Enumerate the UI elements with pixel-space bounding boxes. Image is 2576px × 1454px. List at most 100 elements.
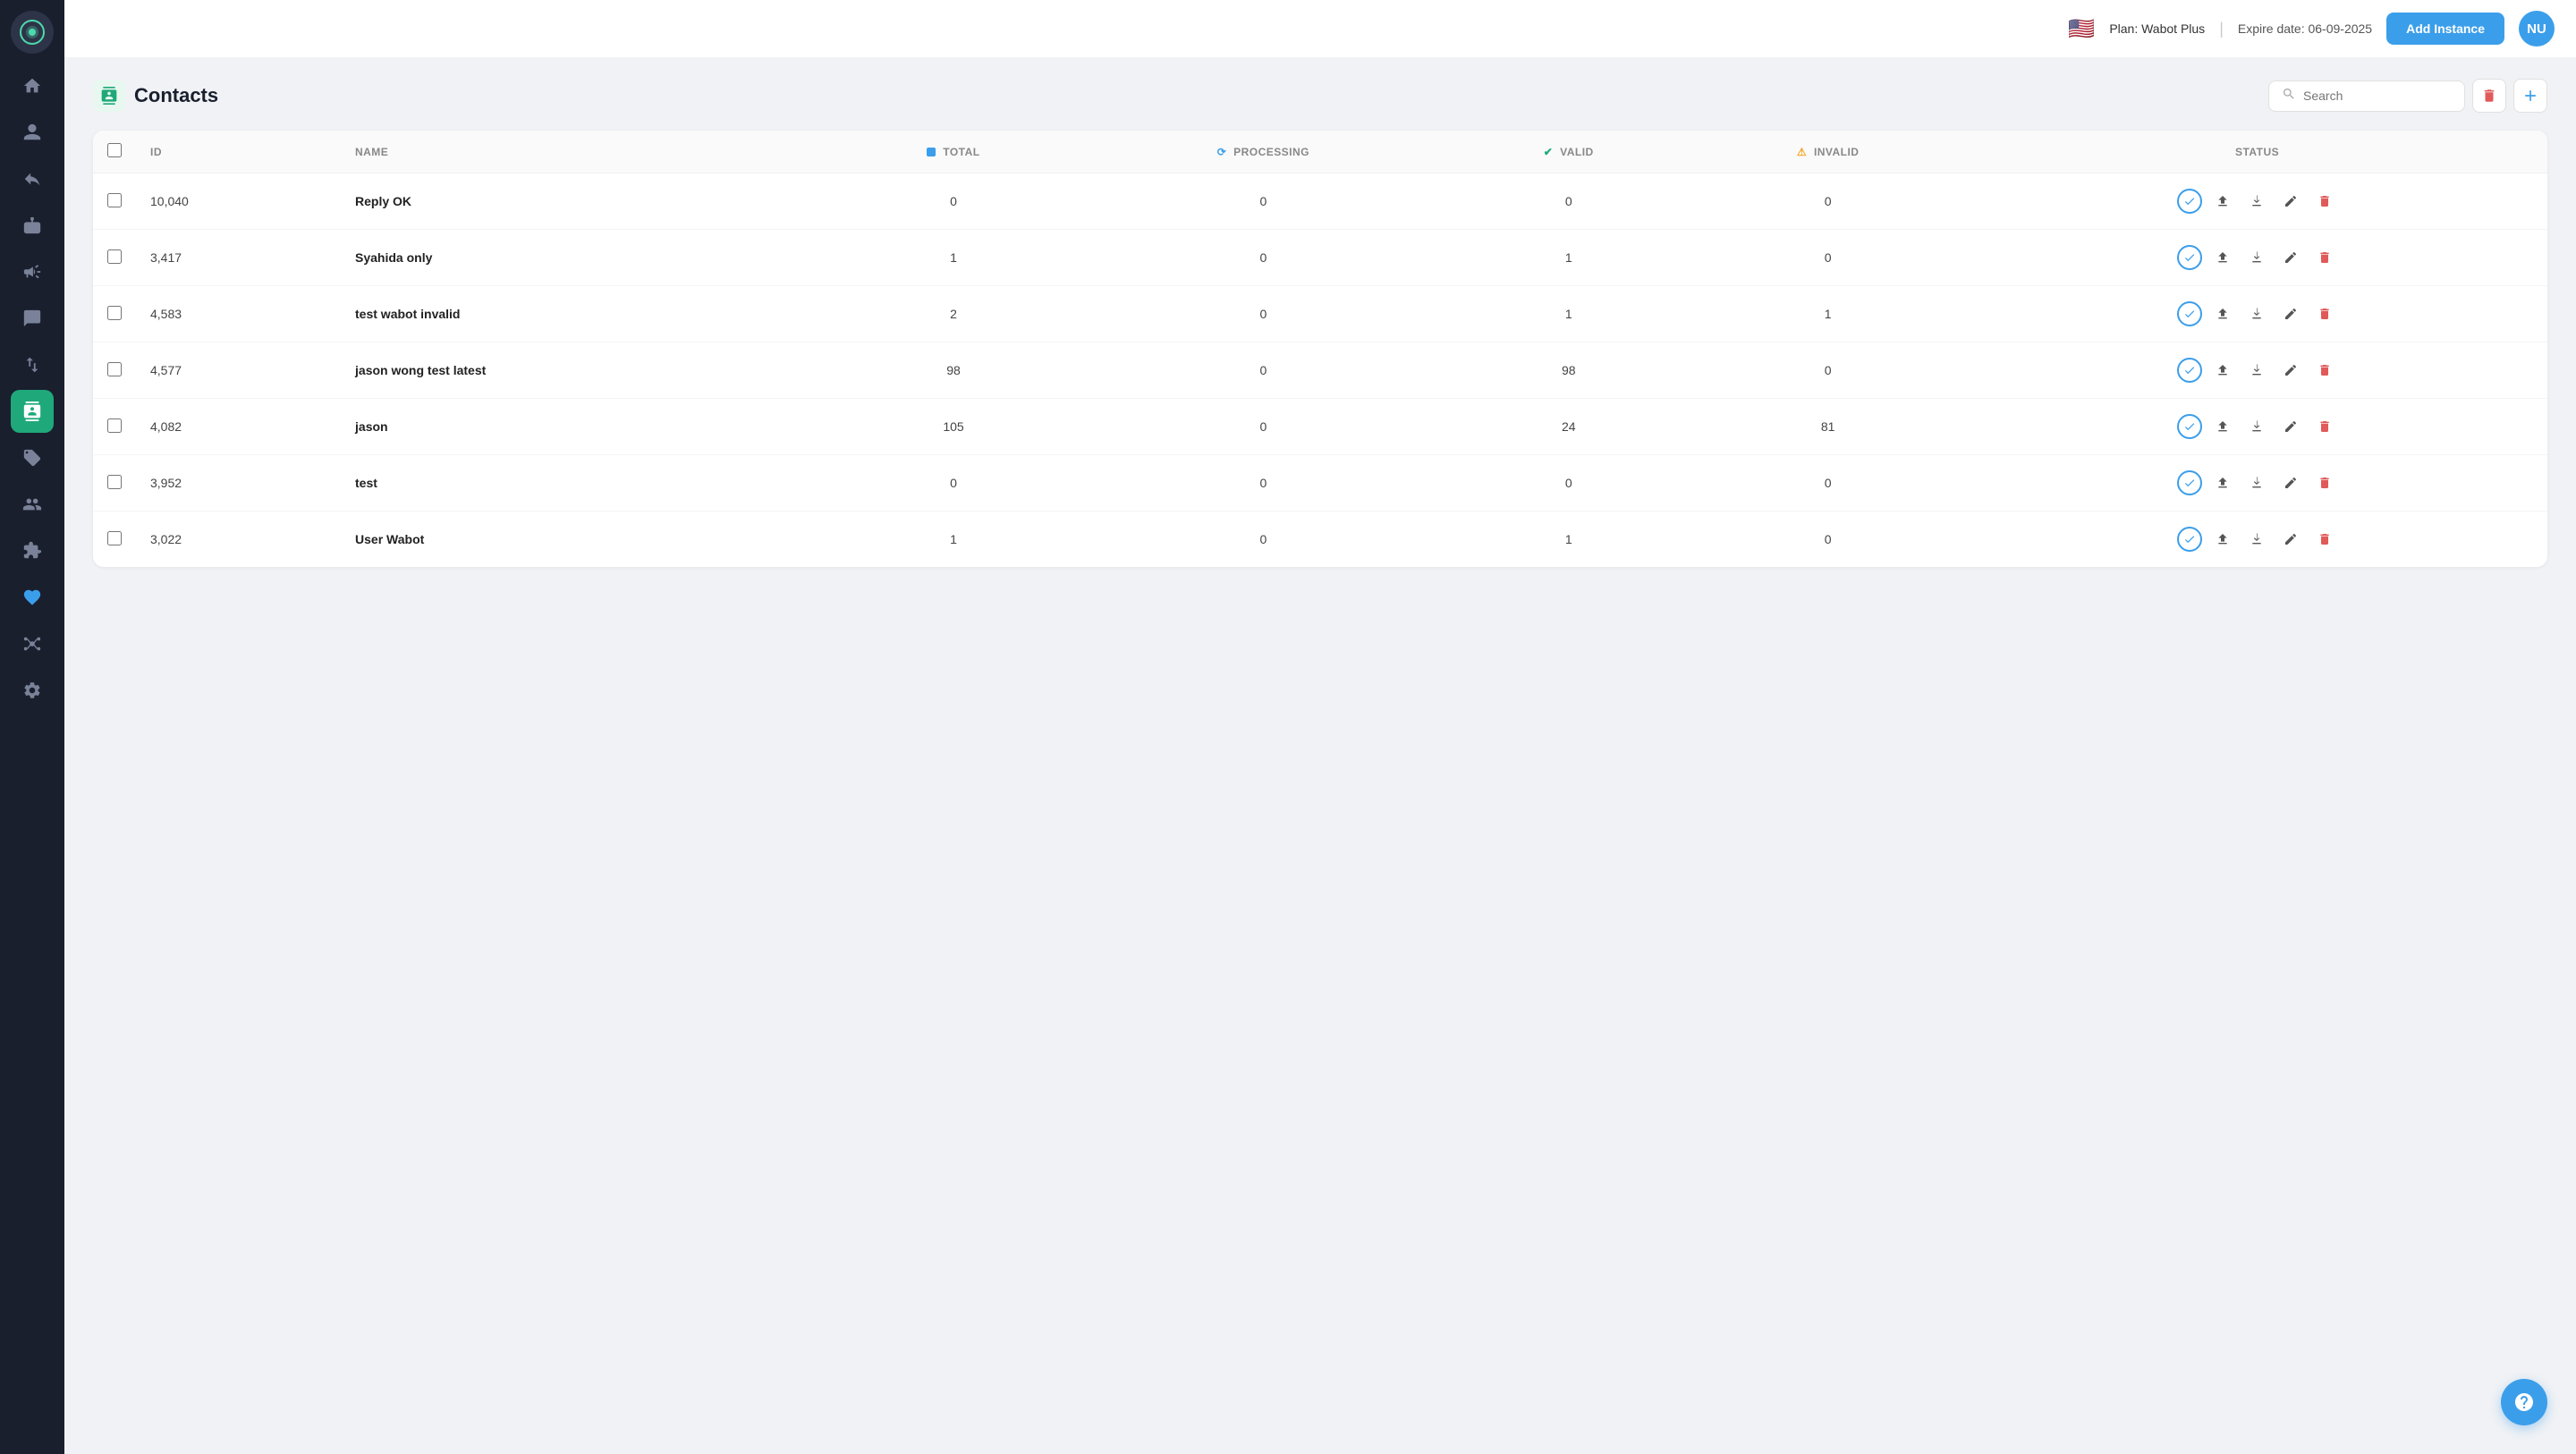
delete-row-icon[interactable] (2311, 413, 2338, 440)
help-button[interactable] (2501, 1379, 2547, 1425)
search-input[interactable] (2303, 89, 2452, 103)
upload-icon[interactable] (2209, 244, 2236, 271)
delete-row-icon[interactable] (2311, 300, 2338, 327)
upload-icon[interactable] (2209, 357, 2236, 384)
sidebar-item-user[interactable] (11, 111, 54, 154)
upload-icon[interactable] (2209, 413, 2236, 440)
select-all-checkbox[interactable] (107, 143, 122, 157)
row-processing: 0 (1078, 455, 1448, 511)
row-name: Reply OK (341, 173, 829, 230)
sidebar-item-settings[interactable] (11, 669, 54, 712)
col-id: ID (136, 131, 341, 173)
edit-icon[interactable] (2277, 300, 2304, 327)
row-checkbox-cell (93, 399, 136, 455)
sidebar-item-home[interactable] (11, 64, 54, 107)
download-icon[interactable] (2243, 469, 2270, 496)
col-invalid: ⚠ INVALID (1689, 131, 1967, 173)
row-checkbox[interactable] (107, 249, 122, 264)
row-id: 10,040 (136, 173, 341, 230)
download-icon[interactable] (2243, 188, 2270, 215)
sidebar-item-cluster[interactable] (11, 622, 54, 665)
main-content: 🇺🇸 Plan: Wabot Plus | Expire date: 06-09… (64, 0, 2576, 1454)
valid-icon: ✔ (1544, 146, 1554, 158)
delete-row-icon[interactable] (2311, 244, 2338, 271)
row-name: jason wong test latest (341, 342, 829, 399)
row-total: 1 (829, 511, 1079, 568)
download-icon[interactable] (2243, 244, 2270, 271)
row-id: 3,022 (136, 511, 341, 568)
row-name: Syahida only (341, 230, 829, 286)
row-valid: 24 (1448, 399, 1689, 455)
status-check-icon (2177, 245, 2202, 270)
sidebar-item-bot[interactable] (11, 204, 54, 247)
avatar[interactable]: NU (2519, 11, 2555, 46)
delete-row-icon[interactable] (2311, 188, 2338, 215)
edit-icon[interactable] (2277, 413, 2304, 440)
upload-icon[interactable] (2209, 469, 2236, 496)
status-check-icon (2177, 189, 2202, 214)
total-dot (927, 148, 936, 156)
edit-icon[interactable] (2277, 469, 2304, 496)
page-actions (2268, 79, 2547, 113)
row-status (1967, 455, 2547, 511)
contacts-table: ID NAME TOTAL ⟳ PROCESSING ✔ VALID (93, 131, 2547, 567)
table-row: 3,952 test 0 0 0 0 (93, 455, 2547, 511)
sidebar-item-reply[interactable] (11, 157, 54, 200)
row-processing: 0 (1078, 511, 1448, 568)
edit-icon[interactable] (2277, 188, 2304, 215)
sidebar-item-contacts[interactable] (11, 390, 54, 433)
search-icon (2282, 87, 2296, 106)
edit-icon[interactable] (2277, 244, 2304, 271)
sidebar-item-megaphone[interactable] (11, 250, 54, 293)
page-title: Contacts (134, 84, 218, 107)
row-checkbox[interactable] (107, 531, 122, 545)
row-invalid: 0 (1689, 511, 1967, 568)
row-total: 0 (829, 173, 1079, 230)
row-checkbox[interactable] (107, 193, 122, 207)
col-total: TOTAL (829, 131, 1079, 173)
search-wrap (2268, 80, 2465, 112)
table-row: 3,022 User Wabot 1 0 1 0 (93, 511, 2547, 568)
download-icon[interactable] (2243, 413, 2270, 440)
row-status (1967, 511, 2547, 568)
page-title-wrap: Contacts (93, 80, 218, 112)
download-icon[interactable] (2243, 357, 2270, 384)
row-checkbox[interactable] (107, 306, 122, 320)
content-area: Contacts (64, 57, 2576, 1454)
row-processing: 0 (1078, 173, 1448, 230)
sidebar-item-export[interactable] (11, 343, 54, 386)
add-instance-button[interactable]: Add Instance (2386, 13, 2504, 45)
row-checkbox[interactable] (107, 362, 122, 376)
delete-row-icon[interactable] (2311, 469, 2338, 496)
invalid-icon: ⚠ (1797, 146, 1807, 158)
upload-icon[interactable] (2209, 188, 2236, 215)
row-invalid: 81 (1689, 399, 1967, 455)
row-checkbox[interactable] (107, 418, 122, 433)
status-check-icon (2177, 301, 2202, 326)
delete-row-icon[interactable] (2311, 357, 2338, 384)
sidebar-item-chat[interactable] (11, 297, 54, 340)
download-icon[interactable] (2243, 526, 2270, 553)
row-status (1967, 342, 2547, 399)
sidebar-item-tags[interactable] (11, 436, 54, 479)
edit-icon[interactable] (2277, 357, 2304, 384)
row-name: test wabot invalid (341, 286, 829, 342)
sidebar-item-plugin[interactable] (11, 529, 54, 572)
table-row: 10,040 Reply OK 0 0 0 0 (93, 173, 2547, 230)
row-valid: 0 (1448, 455, 1689, 511)
delete-row-icon[interactable] (2311, 526, 2338, 553)
row-total: 0 (829, 455, 1079, 511)
edit-icon[interactable] (2277, 526, 2304, 553)
sidebar-item-team[interactable] (11, 483, 54, 526)
upload-icon[interactable] (2209, 300, 2236, 327)
select-all-header (93, 131, 136, 173)
row-status (1967, 173, 2547, 230)
sidebar-item-heart[interactable] (11, 576, 54, 619)
download-icon[interactable] (2243, 300, 2270, 327)
delete-button[interactable] (2472, 79, 2506, 113)
row-invalid: 1 (1689, 286, 1967, 342)
logo[interactable] (11, 11, 54, 54)
add-button[interactable] (2513, 79, 2547, 113)
row-checkbox[interactable] (107, 475, 122, 489)
upload-icon[interactable] (2209, 526, 2236, 553)
